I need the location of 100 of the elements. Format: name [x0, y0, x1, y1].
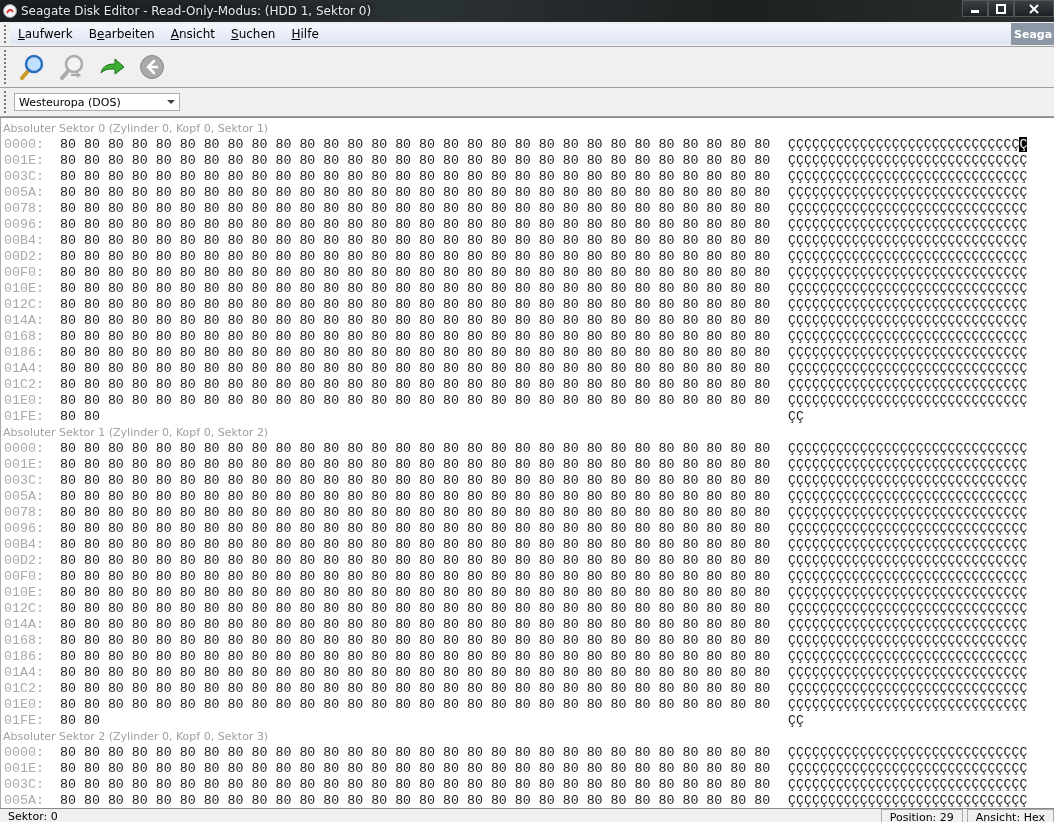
hex-bytes: 80 80 80 80 80 80 80 80 80 80 80 80 80 80 80 80 80 80 80 80 80 80 80 80 80 80 80 80 80 80	[60, 648, 772, 664]
menu-item[interactable]: Laufwerk	[10, 27, 81, 41]
close-button[interactable]	[1014, 0, 1054, 17]
hex-bytes: 80 80 80 80 80 80 80 80 80 80 80 80 80 80 80 80 80 80 80 80 80 80 80 80 80 80 80 80 80 80	[60, 632, 772, 648]
ascii-text: ÇÇÇÇÇÇÇÇÇÇÇÇÇÇÇÇÇÇÇÇÇÇÇÇÇÇÇÇÇÇ	[788, 472, 1028, 488]
menu-item[interactable]: Hilfe	[283, 27, 327, 41]
hex-bytes: 80 80 80 80 80 80 80 80 80 80 80 80 80 80 80 80 80 80 80 80 80 80 80 80 80 80 80 80 80 80	[60, 360, 772, 376]
ascii-text: ÇÇÇÇÇÇÇÇÇÇÇÇÇÇÇÇÇÇÇÇÇÇÇÇÇÇÇÇÇÇ	[788, 184, 1028, 200]
hex-bytes: 80 80 80 80 80 80 80 80 80 80 80 80 80 80 80 80 80 80 80 80 80 80 80 80 80 80 80 80 80 80	[60, 168, 772, 184]
ascii-text: ÇÇÇÇÇÇÇÇÇÇÇÇÇÇÇÇÇÇÇÇÇÇÇÇÇÇÇÇÇÇ	[788, 744, 1028, 760]
hex-bytes: 80 80	[60, 408, 101, 424]
offset-label: 0096:	[3, 520, 45, 536]
offset-label: 001E:	[3, 456, 45, 472]
hex-bytes: 80 80 80 80 80 80 80 80 80 80 80 80 80 80 80 80 80 80 80 80 80 80 80 80 80 80 80 80 80 80	[60, 232, 772, 248]
ascii-text: ÇÇÇÇÇÇÇÇÇÇÇÇÇÇÇÇÇÇÇÇÇÇÇÇÇÇÇÇÇÇ	[788, 136, 1028, 152]
window-title: Seagate Disk Editor - Read-Only-Modus: (HDD 1, Sektor 0)	[21, 4, 372, 18]
minimize-icon	[971, 10, 979, 13]
ascii-text: ÇÇÇÇÇÇÇÇÇÇÇÇÇÇÇÇÇÇÇÇÇÇÇÇÇÇÇÇÇÇ	[788, 248, 1028, 264]
toolbar-button[interactable]	[18, 53, 46, 81]
app-icon	[3, 4, 17, 18]
offset-label: 01C2:	[3, 376, 45, 392]
offset-label: 005A:	[3, 184, 45, 200]
search-arrow-icon	[59, 54, 85, 80]
ascii-text: ÇÇÇÇÇÇÇÇÇÇÇÇÇÇÇÇÇÇÇÇÇÇÇÇÇÇÇÇÇÇ	[788, 392, 1028, 408]
ascii-text: ÇÇÇÇÇÇÇÇÇÇÇÇÇÇÇÇÇÇÇÇÇÇÇÇÇÇÇÇÇÇ	[788, 776, 1028, 792]
ascii-text: ÇÇÇÇÇÇÇÇÇÇÇÇÇÇÇÇÇÇÇÇÇÇÇÇÇÇÇÇÇÇ	[788, 536, 1028, 552]
hex-bytes: 80 80 80 80 80 80 80 80 80 80 80 80 80 80 80 80 80 80 80 80 80 80 80 80 80 80 80 80 80 80	[60, 616, 772, 632]
offset-label: 0186:	[3, 344, 45, 360]
ascii-text: ÇÇÇÇÇÇÇÇÇÇÇÇÇÇÇÇÇÇÇÇÇÇÇÇÇÇÇÇÇÇ	[788, 200, 1028, 216]
hex-bytes: 80 80 80 80 80 80 80 80 80 80 80 80 80 80 80 80 80 80 80 80 80 80 80 80 80 80 80 80 80 80	[60, 328, 772, 344]
hex-bytes: 80 80 80 80 80 80 80 80 80 80 80 80 80 80 80 80 80 80 80 80 80 80 80 80 80 80 80 80 80 80	[60, 280, 772, 296]
hex-bytes: 80 80 80 80 80 80 80 80 80 80 80 80 80 80 80 80 80 80 80 80 80 80 80 80 80 80 80 80 80 80	[60, 216, 772, 232]
hex-bytes: 80 80 80 80 80 80 80 80 80 80 80 80 80 80 80 80 80 80 80 80 80 80 80 80 80 80 80 80 80 80	[60, 200, 772, 216]
dropdown-caret-icon	[167, 100, 175, 104]
offset-label: 0078:	[3, 200, 45, 216]
hex-bytes: 80 80 80 80 80 80 80 80 80 80 80 80 80 80 80 80 80 80 80 80 80 80 80 80 80 80 80 80 80 80	[60, 456, 772, 472]
ascii-text: ÇÇÇÇÇÇÇÇÇÇÇÇÇÇÇÇÇÇÇÇÇÇÇÇÇÇÇÇÇÇ	[788, 296, 1028, 312]
sector-header: Absoluter Sektor 0 (Zylinder 0, Kopf 0, Sektor 1)	[2, 121, 269, 135]
offset-label: 0000:	[3, 744, 45, 760]
ascii-text: ÇÇÇÇÇÇÇÇÇÇÇÇÇÇÇÇÇÇÇÇÇÇÇÇÇÇÇÇÇÇ	[788, 632, 1028, 648]
hex-bytes: 80 80 80 80 80 80 80 80 80 80 80 80 80 80 80 80 80 80 80 80 80 80 80 80 80 80 80 80 80 80	[60, 264, 772, 280]
offset-label: 00B4:	[3, 536, 45, 552]
hex-bytes: 80 80 80 80 80 80 80 80 80 80 80 80 80 80 80 80 80 80 80 80 80 80 80 80 80 80 80 80 80 80	[60, 376, 772, 392]
hex-bytes: 80 80 80 80 80 80 80 80 80 80 80 80 80 80 80 80 80 80 80 80 80 80 80 80 80 80 80 80 80 80	[60, 664, 772, 680]
minimize-button[interactable]	[962, 0, 988, 17]
ascii-text: ÇÇÇÇÇÇÇÇÇÇÇÇÇÇÇÇÇÇÇÇÇÇÇÇÇÇÇÇÇÇ	[788, 376, 1028, 392]
maximize-button[interactable]	[988, 0, 1014, 17]
offset-label: 00F0:	[3, 264, 45, 280]
offset-label: 003C:	[3, 472, 45, 488]
status-panel: Position: 29	[880, 809, 963, 822]
offset-label: 01A4:	[3, 360, 45, 376]
offset-label: 0096:	[3, 216, 45, 232]
hex-bytes: 80 80 80 80 80 80 80 80 80 80 80 80 80 80 80 80 80 80 80 80 80 80 80 80 80 80 80 80 80 80	[60, 392, 772, 408]
offset-label: 010E:	[3, 584, 45, 600]
ascii-text: ÇÇÇÇÇÇÇÇÇÇÇÇÇÇÇÇÇÇÇÇÇÇÇÇÇÇÇÇÇÇ	[788, 616, 1028, 632]
hex-bytes: 80 80 80 80 80 80 80 80 80 80 80 80 80 80 80 80 80 80 80 80 80 80 80 80 80 80 80 80 80 80	[60, 760, 772, 776]
ascii-text: ÇÇÇÇÇÇÇÇÇÇÇÇÇÇÇÇÇÇÇÇÇÇÇÇÇÇÇÇÇÇ	[788, 360, 1028, 376]
menu-item[interactable]: Bearbeiten	[80, 27, 163, 41]
ascii-text: ÇÇÇÇÇÇÇÇÇÇÇÇÇÇÇÇÇÇÇÇÇÇÇÇÇÇÇÇÇÇ	[788, 648, 1028, 664]
ascii-text: ÇÇÇÇÇÇÇÇÇÇÇÇÇÇÇÇÇÇÇÇÇÇÇÇÇÇÇÇÇÇ	[788, 792, 1028, 808]
ascii-text: ÇÇÇÇÇÇÇÇÇÇÇÇÇÇÇÇÇÇÇÇÇÇÇÇÇÇÇÇÇÇ	[788, 504, 1028, 520]
offset-label: 00D2:	[3, 248, 45, 264]
ascii-text: ÇÇÇÇÇÇÇÇÇÇÇÇÇÇÇÇÇÇÇÇÇÇÇÇÇÇÇÇÇÇ	[788, 232, 1028, 248]
hex-bytes: 80 80 80 80 80 80 80 80 80 80 80 80 80 80 80 80 80 80 80 80 80 80 80 80 80 80 80 80 80 80	[60, 296, 772, 312]
offset-label: 01E0:	[3, 696, 45, 712]
offset-label: 0168:	[3, 328, 45, 344]
offset-label: 010E:	[3, 280, 45, 296]
hex-bytes: 80 80 80 80 80 80 80 80 80 80 80 80 80 80 80 80 80 80 80 80 80 80 80 80 80 80 80 80 80 80	[60, 520, 772, 536]
hex-bytes: 80 80 80 80 80 80 80 80 80 80 80 80 80 80 80 80 80 80 80 80 80 80 80 80 80 80 80 80 80 80	[60, 344, 772, 360]
offset-label: 012C:	[3, 296, 45, 312]
ascii-text: ÇÇ	[788, 712, 804, 728]
offset-label: 001E:	[3, 152, 45, 168]
hex-bytes: 80 80 80 80 80 80 80 80 80 80 80 80 80 80 80 80 80 80 80 80 80 80 80 80 80 80 80 80 80 80	[60, 504, 772, 520]
offset-label: 014A:	[3, 312, 45, 328]
ascii-text: ÇÇÇÇÇÇÇÇÇÇÇÇÇÇÇÇÇÇÇÇÇÇÇÇÇÇÇÇÇÇ	[788, 696, 1028, 712]
ascii-text: ÇÇÇÇÇÇÇÇÇÇÇÇÇÇÇÇÇÇÇÇÇÇÇÇÇÇÇÇÇÇ	[788, 584, 1028, 600]
ascii-text: ÇÇÇÇÇÇÇÇÇÇÇÇÇÇÇÇÇÇÇÇÇÇÇÇÇÇÇÇÇÇ	[788, 456, 1028, 472]
offset-label: 003C:	[3, 168, 45, 184]
hex-bytes: 80 80 80 80 80 80 80 80 80 80 80 80 80 80 80 80 80 80 80 80 80 80 80 80 80 80 80 80 80 80	[60, 568, 772, 584]
hex-bytes: 80 80 80 80 80 80 80 80 80 80 80 80 80 80 80 80 80 80 80 80 80 80 80 80 80 80 80 80 80 80	[60, 552, 772, 568]
ascii-text: ÇÇÇÇÇÇÇÇÇÇÇÇÇÇÇÇÇÇÇÇÇÇÇÇÇÇÇÇÇÇ	[788, 328, 1028, 344]
hex-bytes: 80 80 80 80 80 80 80 80 80 80 80 80 80 80 80 80 80 80 80 80 80 80 80 80 80 80 80 80 80 80	[60, 184, 772, 200]
menu-item[interactable]: Ansicht	[162, 27, 224, 41]
offset-label: 0168:	[3, 632, 45, 648]
ascii-text: ÇÇ	[788, 408, 804, 424]
encoding-dropdown[interactable]: Westeuropa (DOS)	[14, 93, 180, 111]
ascii-text: ÇÇÇÇÇÇÇÇÇÇÇÇÇÇÇÇÇÇÇÇÇÇÇÇÇÇÇÇÇÇ	[788, 760, 1028, 776]
offset-label: 014A:	[3, 616, 45, 632]
offset-label: 01C2:	[3, 680, 45, 696]
ascii-text: ÇÇÇÇÇÇÇÇÇÇÇÇÇÇÇÇÇÇÇÇÇÇÇÇÇÇÇÇÇÇ	[788, 680, 1028, 696]
ascii-text: ÇÇÇÇÇÇÇÇÇÇÇÇÇÇÇÇÇÇÇÇÇÇÇÇÇÇÇÇÇÇ	[788, 488, 1028, 504]
menu-item[interactable]: Suchen	[223, 27, 284, 41]
hex-bytes: 80 80 80 80 80 80 80 80 80 80 80 80 80 80 80 80 80 80 80 80 80 80 80 80 80 80 80 80 80 80	[60, 584, 772, 600]
hex-bytes: 80 80 80 80 80 80 80 80 80 80 80 80 80 80 80 80 80 80 80 80 80 80 80 80 80 80 80 80 80 80	[60, 248, 772, 264]
ascii-text: ÇÇÇÇÇÇÇÇÇÇÇÇÇÇÇÇÇÇÇÇÇÇÇÇÇÇÇÇÇÇ	[788, 568, 1028, 584]
offset-label: 005A:	[3, 488, 45, 504]
hex-bytes: 80 80 80 80 80 80 80 80 80 80 80 80 80 80 80 80 80 80 80 80 80 80 80 80 80 80 80 80 80 80	[60, 696, 772, 712]
close-icon	[1029, 3, 1039, 14]
offset-label: 003C:	[3, 776, 45, 792]
offset-label: 01A4:	[3, 664, 45, 680]
